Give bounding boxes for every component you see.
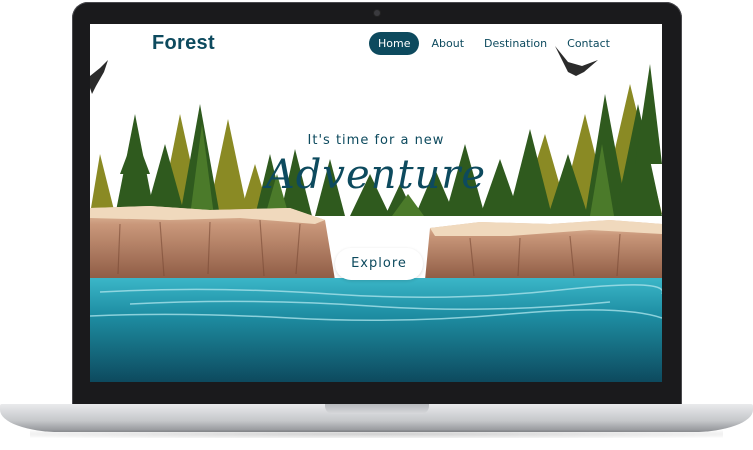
brand-logo[interactable]: Forest	[152, 32, 215, 55]
webcam	[374, 10, 380, 16]
laptop-notch	[325, 404, 429, 414]
nav-about[interactable]: About	[423, 32, 472, 55]
hero-tagline: It's time for a new	[307, 133, 445, 148]
explore-button[interactable]: Explore	[335, 248, 423, 280]
laptop-mockup: Forest Home About Destination Contact It…	[0, 0, 753, 450]
hero-headline: Adventure	[265, 152, 487, 198]
lake-water	[90, 278, 662, 382]
laptop-shadow	[30, 430, 723, 438]
nav-home[interactable]: Home	[369, 32, 420, 55]
hero-illustration	[90, 24, 662, 382]
nav-contact[interactable]: Contact	[559, 32, 618, 55]
main-nav: Home About Destination Contact	[369, 32, 622, 55]
nav-destination[interactable]: Destination	[476, 32, 555, 55]
website-screen: Forest Home About Destination Contact It…	[90, 24, 662, 382]
